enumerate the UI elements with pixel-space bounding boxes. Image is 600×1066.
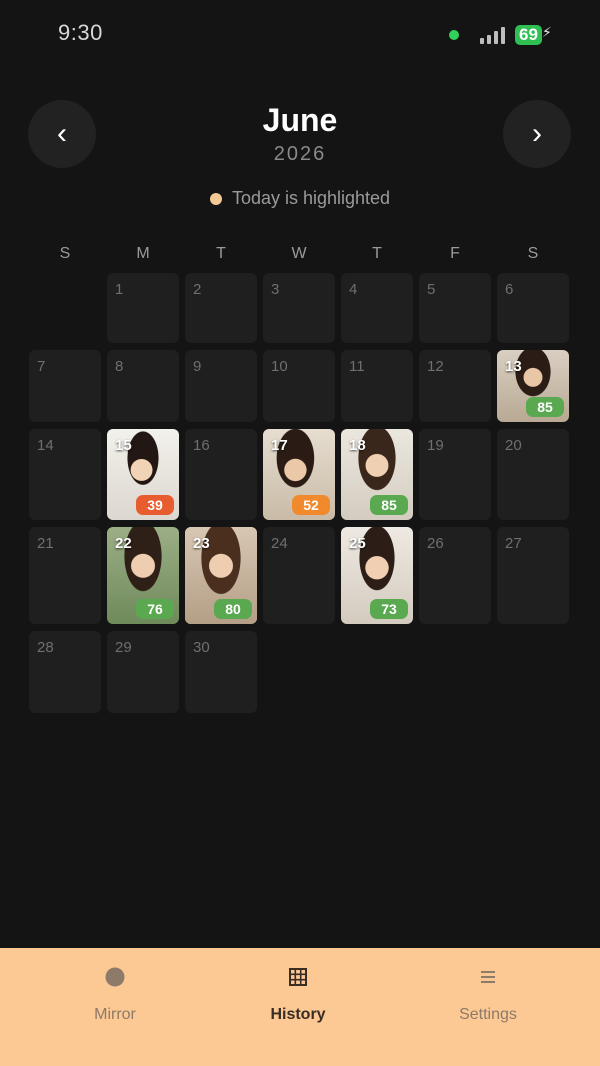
score-badge: 52 (292, 495, 330, 515)
status-bar: 9:30 69 ⚡ (0, 0, 600, 70)
calendar-day-5[interactable]: 5 (419, 273, 491, 343)
day-number: 6 (505, 281, 514, 298)
day-number: 22 (115, 535, 132, 552)
calendar-day-13[interactable]: 13 85 (497, 350, 569, 422)
calendar-day-22[interactable]: 22 76 (107, 527, 179, 624)
signal-icon (480, 26, 506, 44)
weekday-label: T (372, 245, 382, 262)
menu-icon (413, 962, 563, 992)
calendar-day-10[interactable]: 10 (263, 350, 335, 422)
day-number: 20 (505, 437, 522, 454)
battery-icon: 69 (515, 25, 542, 45)
next-month-button[interactable]: › (503, 100, 571, 168)
tab-settings[interactable]: Settings (413, 962, 563, 1024)
day-number: 4 (349, 281, 358, 298)
tab-settings-label: Settings (459, 1006, 517, 1023)
day-number: 18 (349, 437, 366, 454)
day-number: 28 (37, 639, 54, 656)
circle-icon (40, 962, 190, 992)
legend-text: Today is highlighted (231, 188, 391, 208)
calendar-day-29[interactable]: 29 (107, 631, 179, 713)
calendar-day-7[interactable]: 7 (29, 350, 101, 422)
camera-indicator-icon (449, 30, 459, 40)
day-number: 9 (193, 358, 202, 375)
weekday-label: M (136, 245, 150, 262)
calendar-day-16[interactable]: 16 (185, 429, 257, 520)
day-number: 29 (115, 639, 132, 656)
day-number: 7 (37, 358, 46, 375)
tab-mirror[interactable]: Mirror (40, 962, 190, 1024)
score-badge: 85 (370, 495, 408, 515)
calendar-day-9[interactable]: 9 (185, 350, 257, 422)
calendar-day-12[interactable]: 12 (419, 350, 491, 422)
day-number: 19 (427, 437, 444, 454)
weekday-label: S (59, 245, 71, 262)
calendar-day-1[interactable]: 1 (107, 273, 179, 343)
day-number: 10 (271, 358, 288, 375)
calendar-day-23[interactable]: 23 80 (185, 527, 257, 624)
calendar-day-15[interactable]: 15 39 (107, 429, 179, 520)
day-number: 26 (427, 535, 444, 552)
calendar-day-2[interactable]: 2 (185, 273, 257, 343)
calendar-day-28[interactable]: 28 (29, 631, 101, 713)
day-number: 23 (193, 535, 210, 552)
tab-history[interactable]: History (223, 962, 373, 1024)
day-number: 15 (115, 437, 132, 454)
calendar-day-24[interactable]: 24 (263, 527, 335, 624)
chevron-right-icon: › (532, 117, 542, 150)
day-number: 5 (427, 281, 436, 298)
grid-icon (223, 962, 373, 992)
calendar-day-18[interactable]: 18 85 (341, 429, 413, 520)
day-number: 17 (271, 437, 288, 454)
day-number: 12 (427, 358, 444, 375)
calendar-day-17[interactable]: 17 52 (263, 429, 335, 520)
today-dot-icon (209, 192, 222, 205)
calendar-day-6[interactable]: 6 (497, 273, 569, 343)
day-number: 1 (115, 281, 124, 298)
charging-icon: ⚡ (542, 24, 552, 40)
weekday-label: W (291, 245, 307, 262)
day-number: 30 (193, 639, 210, 656)
day-number: 21 (37, 535, 54, 552)
day-number: 8 (115, 358, 124, 375)
day-number: 13 (505, 358, 522, 375)
tab-history-label: History (270, 1006, 326, 1023)
day-number: 11 (349, 358, 365, 375)
status-time: 9:30 (58, 20, 103, 45)
calendar-day-19[interactable]: 19 (419, 429, 491, 520)
weekday-label: T (216, 245, 226, 262)
calendar-day-8[interactable]: 8 (107, 350, 179, 422)
day-number: 2 (193, 281, 202, 298)
day-number: 3 (271, 281, 280, 298)
calendar-day-4[interactable]: 4 (341, 273, 413, 343)
day-number: 14 (37, 437, 54, 454)
score-badge: 73 (370, 599, 408, 619)
day-number: 27 (505, 535, 522, 552)
score-badge: 76 (136, 599, 174, 619)
score-badge: 85 (526, 397, 564, 417)
score-badge: 80 (214, 599, 252, 619)
calendar-day-20[interactable]: 20 (497, 429, 569, 520)
day-number: 25 (349, 535, 366, 552)
score-badge: 39 (136, 495, 174, 515)
calendar-day-30[interactable]: 30 (185, 631, 257, 713)
tab-bar: Mirror History Settings (0, 948, 600, 1066)
day-number: 24 (271, 535, 288, 552)
legend: Today is highlighted (0, 188, 600, 209)
tab-mirror-label: Mirror (94, 1006, 136, 1023)
weekday-label: S (527, 245, 539, 262)
calendar-day-25[interactable]: 25 73 (341, 527, 413, 624)
calendar-day-21[interactable]: 21 (29, 527, 101, 624)
weekday-label: F (450, 245, 460, 262)
day-number: 16 (193, 437, 210, 454)
calendar-day-26[interactable]: 26 (419, 527, 491, 624)
calendar-day-27[interactable]: 27 (497, 527, 569, 624)
calendar-day-11[interactable]: 11 (341, 350, 413, 422)
calendar-day-14[interactable]: 14 (29, 429, 101, 520)
calendar-day-3[interactable]: 3 (263, 273, 335, 343)
